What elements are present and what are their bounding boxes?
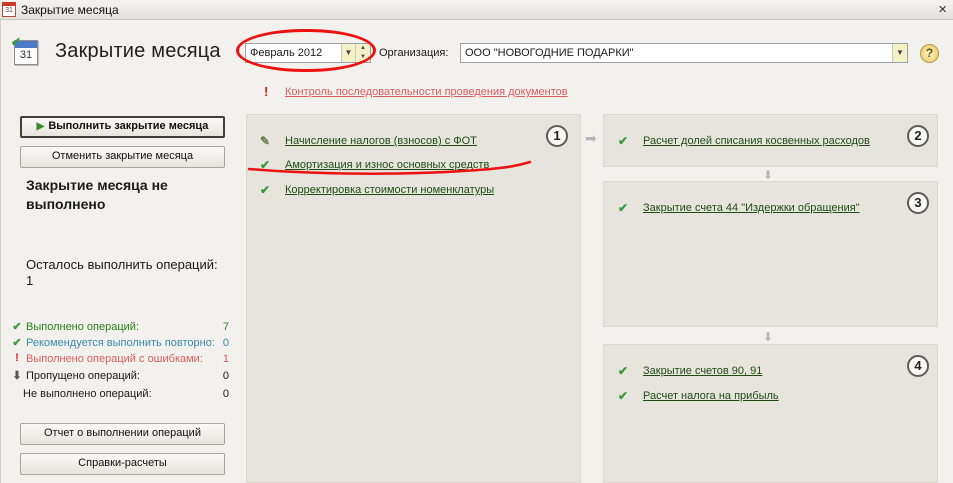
check-icon: ✔	[12, 337, 22, 349]
arrow-down-icon: ⬇	[12, 370, 22, 382]
stat-row-not-done: Не выполнено операций: 0	[11, 387, 231, 403]
sequence-control-link[interactable]: Контроль последовательности проведения д…	[285, 86, 568, 98]
operation-item: ✔ Корректировка стоимости номенклатуры	[260, 183, 560, 198]
operation-item: ✔ Закрытие счетов 90, 91	[618, 364, 908, 379]
remaining-operations: Осталось выполнить операций: 1	[26, 257, 218, 288]
operation-link[interactable]: Корректировка стоимости номенклатуры	[285, 184, 494, 196]
stat-label: Пропущено операций:	[26, 370, 140, 382]
arrow-down-icon: ⬇	[763, 168, 774, 182]
stat-label: Выполнено операций:	[26, 321, 140, 333]
annotation-underline	[247, 160, 532, 175]
play-icon: ▶	[36, 121, 45, 132]
stat-label: Рекомендуется выполнить повторно:	[26, 337, 215, 349]
check-icon: ✔	[12, 321, 22, 333]
check-icon: ✔	[618, 134, 629, 148]
page-title: Закрытие месяца	[55, 40, 221, 62]
help-button[interactable]: ?	[920, 44, 939, 63]
stat-row-errors: ! Выполнено операций с ошибками: 1	[11, 352, 231, 368]
operation-link[interactable]: Расчет долей списания косвенных расходов	[643, 135, 870, 147]
operation-item: ✔ Расчет долей списания косвенных расход…	[618, 134, 908, 149]
stat-row-done: ✔ Выполнено операций: 7	[11, 320, 231, 336]
calendar-icon: 31 ✔	[11, 35, 38, 65]
operation-item: ✎ Начисление налогов (взносов) с ФОТ	[260, 134, 560, 149]
stat-row-repeat: ✔ Рекомендуется выполнить повторно: 0	[11, 336, 231, 352]
stat-count: 0	[222, 388, 229, 400]
run-close-month-label: Выполнить закрытие месяца	[48, 120, 209, 132]
operation-item: ✔ Расчет налога на прибыль	[618, 389, 908, 404]
operation-link[interactable]: Закрытие счетов 90, 91	[643, 365, 762, 377]
stat-label: Не выполнено операций:	[23, 388, 152, 400]
annotation-circle	[236, 29, 376, 72]
exclamation-icon: !	[264, 84, 269, 99]
stat-count: 0	[222, 337, 229, 349]
operation-link[interactable]: Расчет налога на прибыль	[643, 390, 779, 402]
window-title: Закрытие месяца	[21, 3, 119, 17]
calendar-31-icon: 31	[2, 2, 16, 17]
cancel-close-month-button[interactable]: Отменить закрытие месяца	[20, 146, 225, 168]
check-icon: ✔	[11, 35, 22, 49]
calc-reports-button[interactable]: Справки-расчеты	[20, 453, 225, 475]
stat-count: 7	[222, 321, 229, 333]
window-titlebar: 31 Закрытие месяца ×	[0, 0, 953, 20]
arrow-right-icon: ➡	[585, 130, 597, 146]
stat-row-skipped: ⬇ Пропущено операций: 0	[11, 369, 231, 385]
organization-value: ООО "НОВОГОДНИЕ ПОДАРКИ"	[465, 47, 634, 59]
check-icon: ✔	[618, 389, 629, 403]
org-label: Организация:	[379, 47, 449, 59]
window-right-edge	[940, 20, 953, 483]
edited-check-icon: ✎	[260, 134, 271, 148]
operation-link[interactable]: Закрытие счета 44 "Издержки обращения"	[643, 202, 860, 214]
chevron-down-icon[interactable]: ▼	[892, 44, 907, 62]
stat-label: Выполнено операций с ошибками:	[26, 353, 203, 365]
operations-report-button[interactable]: Отчет о выполнении операций	[20, 423, 225, 445]
step-number-4: 4	[907, 355, 929, 377]
status-title: Закрытие месяца не выполнено	[26, 177, 168, 212]
operation-link[interactable]: Начисление налогов (взносов) с ФОТ	[285, 135, 477, 147]
operation-item: ✔ Закрытие счета 44 "Издержки обращения"	[618, 201, 908, 216]
arrow-down-icon: ⬇	[763, 330, 774, 344]
stat-count: 0	[222, 370, 229, 382]
exclamation-icon: !	[15, 352, 19, 364]
check-icon: ✔	[618, 201, 629, 215]
run-close-month-button[interactable]: ▶ Выполнить закрытие месяца	[20, 116, 225, 138]
close-icon[interactable]: ×	[938, 1, 947, 18]
check-icon: ✔	[618, 364, 629, 378]
step-number-2: 2	[907, 125, 929, 147]
step-number-3: 3	[907, 192, 929, 214]
calendar-day: 31	[19, 49, 33, 61]
stat-count: 1	[222, 353, 229, 365]
organization-field[interactable]: ООО "НОВОГОДНИЕ ПОДАРКИ" ▼	[460, 43, 908, 63]
check-icon: ✔	[260, 183, 271, 197]
